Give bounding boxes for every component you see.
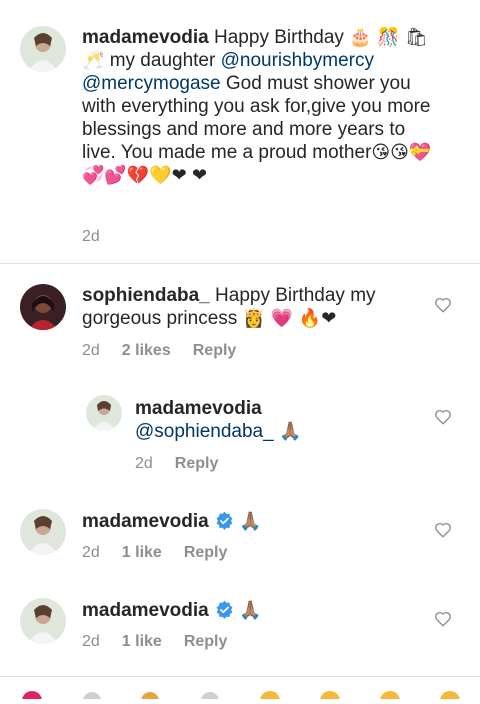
comment-meta: 2d [82, 228, 122, 246]
heart-icon[interactable] [434, 610, 452, 628]
reply-button[interactable]: Reply [193, 342, 237, 360]
reply-text: madamevodia @sophiendaba_ 🙏🏽 [135, 397, 415, 443]
emoji: 🙏🏽 [239, 511, 262, 532]
divider [0, 263, 480, 264]
comment-meta: 2d Reply [135, 455, 240, 473]
comment-time: 2d [82, 544, 100, 561]
mention-link[interactable]: @nourishbymercy [221, 50, 374, 71]
comment-time: 2d [82, 228, 100, 245]
verified-badge-icon [216, 600, 233, 619]
divider [0, 676, 480, 677]
heart-icon[interactable] [434, 521, 452, 539]
avatar-madamevodia[interactable] [20, 26, 66, 72]
comment-meta: 2d 1 like Reply [82, 633, 249, 651]
comment-meta: 2d 1 like Reply [82, 544, 249, 562]
emoji: 🙏🏽 [239, 600, 262, 621]
caption-text: madamevodia Happy Birthday 🎂 🎊 🛍🥂 my dau… [82, 27, 432, 186]
emoji: 🙏🏽 [273, 421, 302, 442]
heart-icon[interactable] [434, 408, 452, 426]
reply-button[interactable]: Reply [184, 633, 228, 651]
mention-link[interactable]: @sophiendaba_ [135, 421, 274, 442]
likes-count[interactable]: 1 like [122, 633, 162, 651]
comment-username[interactable]: madamevodia [82, 27, 209, 48]
comment-username[interactable]: madamevodia [82, 600, 209, 621]
avatar-madamevodia[interactable] [20, 509, 66, 555]
avatar-madamevodia[interactable] [86, 395, 122, 431]
comment-text: madamevodia 🙏🏽 [82, 510, 382, 533]
verified-badge-icon [216, 511, 233, 530]
comment-text: madamevodia 🙏🏽 [82, 599, 382, 622]
reply-button[interactable]: Reply [184, 544, 228, 562]
mention-link[interactable]: @mercymogase [82, 73, 221, 94]
comment-meta: 2d 2 likes Reply [82, 342, 258, 360]
likes-count[interactable]: 2 likes [122, 342, 171, 360]
heart-icon[interactable] [434, 296, 452, 314]
avatar-sophiendaba[interactable] [20, 284, 66, 330]
reply-button[interactable]: Reply [175, 455, 219, 473]
comment-username[interactable]: madamevodia [135, 398, 262, 419]
emoji-quick-bar[interactable] [0, 686, 480, 704]
emoji: 👸 💗 🔥❤ [242, 308, 337, 329]
emoji: ❤ [192, 165, 208, 186]
comment-text: sophiendaba_ Happy Birthday my gorgeous … [82, 285, 376, 329]
comment-time: 2d [135, 455, 153, 472]
emoji-bar-partial [22, 691, 460, 704]
comment-time: 2d [82, 342, 100, 359]
comment-username[interactable]: madamevodia [82, 511, 209, 532]
emoji: 🎂 🎊 [349, 27, 400, 48]
comment-username[interactable]: sophiendaba_ [82, 285, 210, 306]
avatar-madamevodia[interactable] [20, 598, 66, 644]
comment-time: 2d [82, 633, 100, 650]
likes-count[interactable]: 1 like [122, 544, 162, 562]
